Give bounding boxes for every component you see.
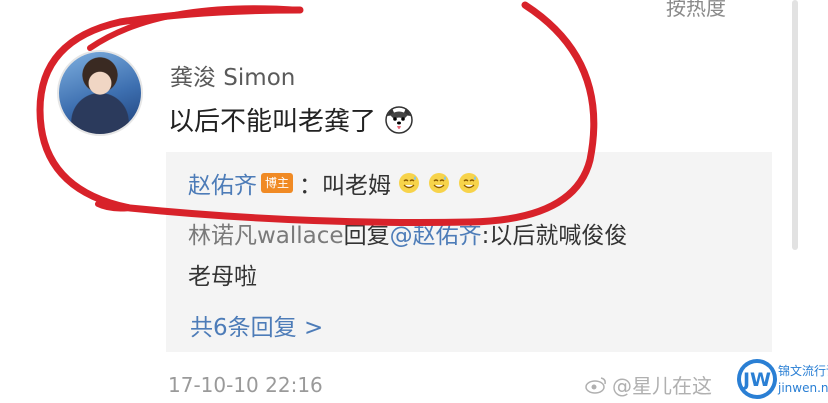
reply-action: 回复 bbox=[343, 223, 390, 249]
reply-text-continued: 老母啦 bbox=[188, 257, 257, 291]
comment-timestamp: 17-10-10 22:16 bbox=[168, 373, 323, 397]
reply-text: :以后就喊俊俊 bbox=[481, 223, 628, 249]
reply-row[interactable]: 赵佑齐 博主 ：叫老姆 bbox=[188, 166, 481, 200]
scrollbar[interactable] bbox=[792, 0, 798, 250]
comment-text-content: 以后不能叫老龚了 bbox=[168, 107, 377, 137]
comment-username[interactable]: 龚浚 Simon bbox=[170, 58, 295, 92]
husky-face-icon bbox=[385, 105, 413, 134]
site-en-text: jinwen.net bbox=[777, 381, 828, 395]
reply-row[interactable]: 林诺凡wallace 回复 @赵佑齐 :以后就喊俊俊 bbox=[188, 216, 627, 250]
weibo-logo-icon bbox=[585, 376, 606, 394]
reply-text: ：叫老姆 bbox=[299, 173, 392, 199]
watermark-text: @星儿在这 bbox=[612, 374, 712, 398]
author-badge: 博主 bbox=[261, 173, 294, 193]
reply-text: 老母啦 bbox=[188, 264, 257, 290]
weibo-watermark: @星儿在这 bbox=[584, 370, 712, 399]
jinwen-logo: JW 锦文流行语 jinwen.net bbox=[737, 359, 828, 399]
sweat-smile-emoji-icon bbox=[459, 173, 480, 193]
sort-by-heat-label[interactable]: 按热度 bbox=[666, 0, 726, 21]
site-cn-text: 锦文流行语 bbox=[778, 363, 828, 378]
svg-text:JW: JW bbox=[741, 369, 771, 391]
reply-mention[interactable]: @赵佑齐 bbox=[390, 216, 482, 250]
reply-author[interactable]: 赵佑齐 bbox=[188, 166, 257, 200]
sweat-smile-emoji-icon bbox=[429, 173, 450, 193]
sweat-smile-emoji-icon bbox=[399, 173, 420, 193]
reply-author[interactable]: 林诺凡wallace bbox=[188, 216, 344, 250]
comment-text: 以后不能叫老龚了 bbox=[168, 101, 414, 138]
avatar[interactable] bbox=[57, 50, 143, 136]
view-all-replies-link[interactable]: 共6条回复 > bbox=[190, 308, 323, 342]
